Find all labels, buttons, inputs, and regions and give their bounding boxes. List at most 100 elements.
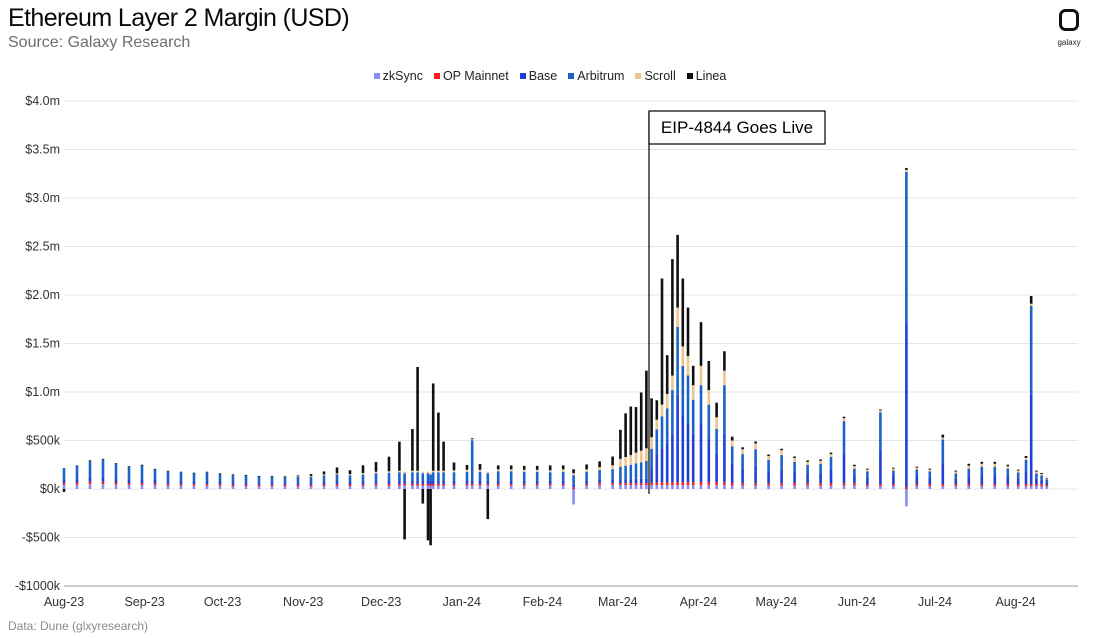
bar-segment-op-mainnet <box>335 484 339 486</box>
bar-segment-op-mainnet <box>754 483 757 486</box>
bar-segment-arbitrum <box>403 473 406 481</box>
bar-segment-arbitrum <box>993 466 997 476</box>
bar-segment-op-mainnet <box>535 483 539 486</box>
bar-segment-scroll <box>629 455 633 465</box>
bar-segment-linea <box>853 464 856 467</box>
bar-segment-linea <box>928 468 932 470</box>
bar-segment-zksync <box>486 485 490 489</box>
bar-segment-zksync <box>671 485 674 489</box>
bar-segment-zksync <box>915 486 919 489</box>
bar-segment-arbitrum <box>387 472 391 481</box>
bar-segment-op-mainnet <box>853 483 856 486</box>
bar-segment-linea <box>205 471 209 473</box>
bar-segment-linea <box>309 474 313 477</box>
bar-segment-scroll <box>1029 303 1033 306</box>
bar-segment-arbitrum <box>954 473 958 479</box>
bar-segment-arbitrum <box>398 472 401 481</box>
bar-segment-zksync <box>257 486 261 489</box>
bar-segment-base <box>624 479 627 484</box>
bar-segment-op-mainnet <box>205 483 209 486</box>
bar-segment-op-mainnet <box>624 483 627 486</box>
bar-segment-arbitrum <box>127 466 131 480</box>
bar-segment-base <box>522 480 526 484</box>
bar-segment-base <box>88 476 92 482</box>
bar-segment-arbitrum <box>429 474 432 482</box>
bar-segment-zksync <box>192 485 196 489</box>
bar-segment-arbitrum <box>707 404 711 439</box>
bar-segment-linea <box>426 489 430 541</box>
bar-segment-base <box>715 453 718 483</box>
x-tick-label: Dec-23 <box>361 595 401 609</box>
bar-segment-arbitrum <box>421 473 425 481</box>
bar-segment-op-mainnet <box>741 483 744 486</box>
bar-segment-zksync <box>793 485 796 489</box>
bar-segment-arbitrum <box>619 466 622 480</box>
bar-segment-op-mainnet <box>598 483 601 486</box>
bar-segment-scroll <box>665 393 669 409</box>
bar-segment-linea <box>509 465 513 470</box>
bar-segment-op-mainnet <box>655 482 659 486</box>
bar-segment-base <box>62 479 66 484</box>
bar-segment-arbitrum <box>257 476 261 483</box>
bar-segment-linea <box>741 447 744 450</box>
bar-segment-arbitrum <box>561 471 565 481</box>
bar-segment-zksync <box>522 485 526 489</box>
bar-segment-linea <box>829 452 833 455</box>
bar-segment-scroll <box>1040 473 1043 476</box>
bar-segment-arbitrum <box>660 416 664 449</box>
bar-segment-arbitrum <box>361 474 365 482</box>
bar-segment-op-mainnet <box>257 484 261 487</box>
bar-segment-zksync <box>296 486 300 489</box>
bar-segment-linea <box>431 383 435 471</box>
bar-segment-scroll <box>335 473 339 475</box>
bar-segment-zksync <box>88 484 92 489</box>
bar-segment-scroll <box>322 474 326 476</box>
bar-segment-scroll <box>496 469 500 472</box>
bar-segment-base <box>1024 472 1028 485</box>
bar-segment-linea <box>715 402 718 418</box>
bar-segment-zksync <box>416 485 419 489</box>
bar-segment-linea <box>1029 295 1033 304</box>
bar-segment-linea <box>624 413 627 457</box>
bar-segment-base <box>665 443 669 483</box>
bar-segment-op-mainnet <box>686 482 690 486</box>
bar-segment-op-mainnet <box>309 484 313 487</box>
bar-segment-linea <box>561 465 565 470</box>
bar-segment-arbitrum <box>114 463 118 479</box>
bar-segment-base <box>205 480 209 484</box>
bar-segment-linea <box>686 307 690 357</box>
bar-segment-base <box>905 322 908 488</box>
bar-segment-zksync <box>676 485 679 489</box>
bar-segment-linea <box>179 471 183 473</box>
bar-segment-op-mainnet <box>322 484 326 487</box>
bar-segment-op-mainnet <box>1040 484 1043 487</box>
bar-segment-op-mainnet <box>465 483 469 486</box>
bar-segment-linea <box>231 474 235 475</box>
bar-segment-arbitrum <box>611 469 614 480</box>
bar-segment-scroll <box>548 470 552 473</box>
bar-segment-op-mainnet <box>629 483 633 486</box>
bar-segment-zksync <box>1006 486 1010 489</box>
bar-segment-zksync <box>611 485 614 489</box>
bar-segment-linea <box>283 476 287 477</box>
bar-segment-zksync <box>598 485 601 489</box>
bar-segment-arbitrum <box>730 446 734 464</box>
bar-segment-arbitrum <box>1016 472 1020 479</box>
bar-segment-zksync <box>754 485 757 489</box>
bar-segment-scroll <box>611 465 614 470</box>
bar-segment-scroll <box>470 439 474 441</box>
bar-segment-arbitrum <box>322 475 326 483</box>
bar-segment-base <box>192 481 196 485</box>
bar-segment-zksync <box>892 486 895 489</box>
bar-segment-arbitrum <box>676 327 679 395</box>
bar-segment-op-mainnet <box>639 483 643 486</box>
bar-segment-base <box>465 480 469 484</box>
bar-segment-scroll <box>1035 471 1038 474</box>
bar-segment-arbitrum <box>62 468 66 480</box>
bar-segment-linea <box>257 475 261 477</box>
bar-segment-zksync <box>629 485 633 489</box>
bar-segment-op-mainnet <box>75 482 79 485</box>
bar-segment-zksync <box>387 485 391 489</box>
bar-segment-op-mainnet <box>166 483 170 486</box>
bar-segment-linea <box>691 365 695 386</box>
